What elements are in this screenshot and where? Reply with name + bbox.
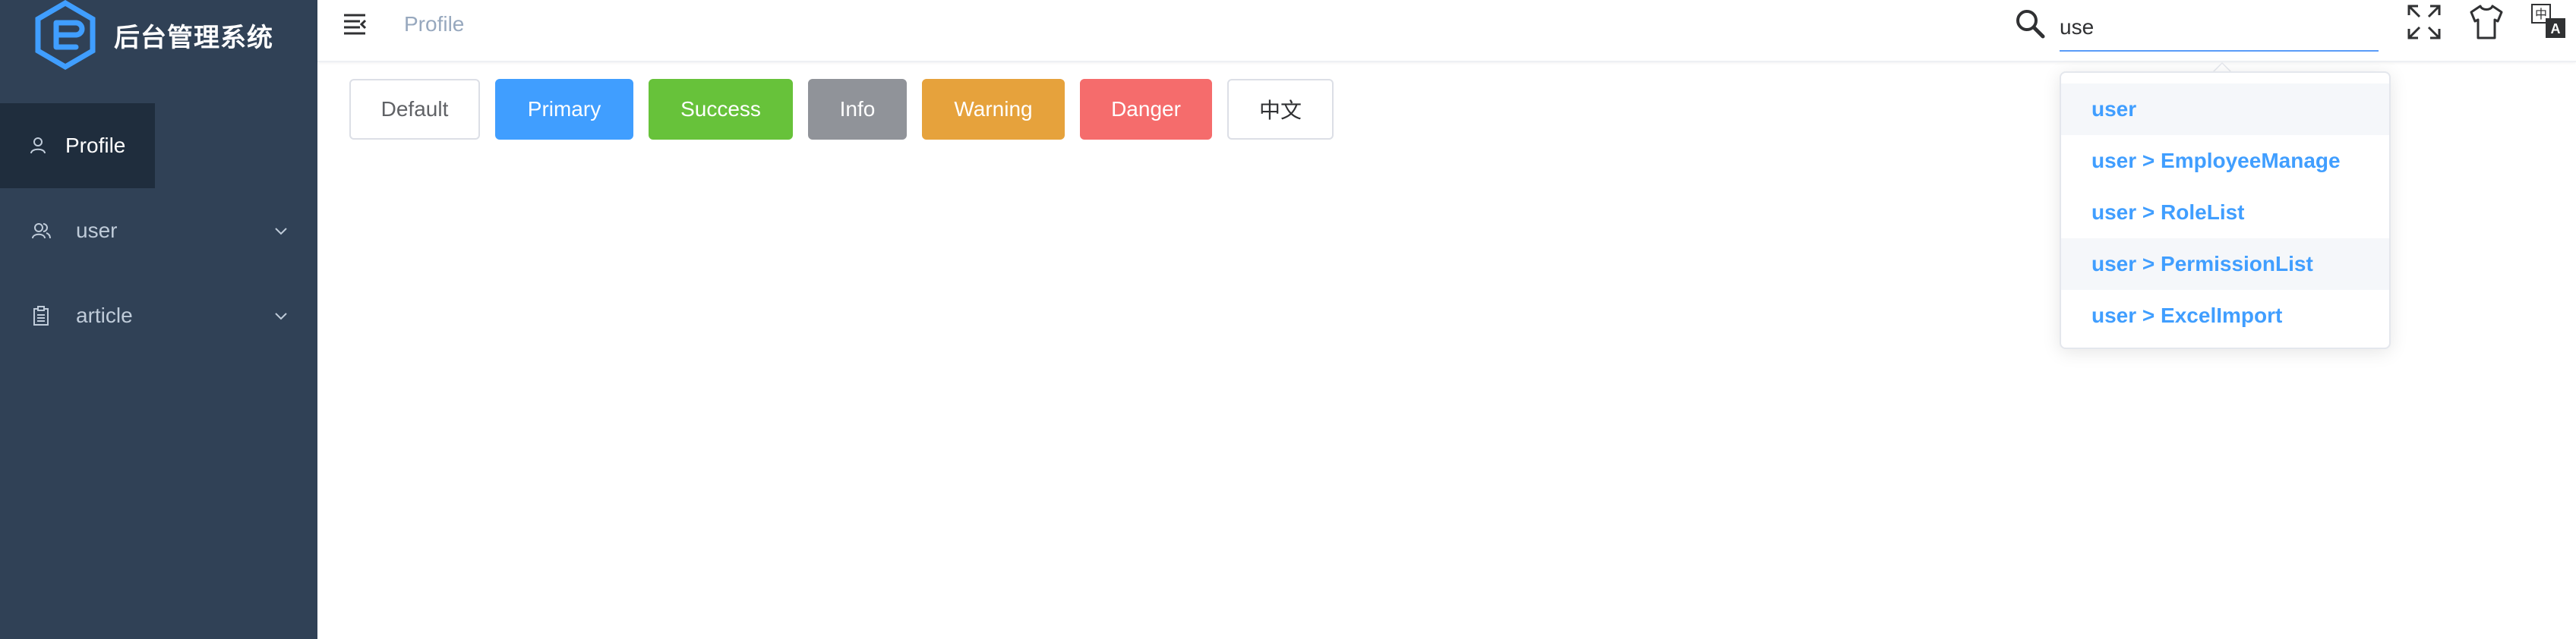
clipboard-icon (33, 306, 49, 326)
success-button[interactable]: Success (649, 79, 793, 140)
search-suggestions: user user > EmployeeManage user > RoleLi… (2060, 71, 2391, 349)
chevron-down-icon (275, 228, 287, 235)
sidebar-item-profile[interactable]: Profile (0, 103, 155, 188)
search-suggestion-item[interactable]: user > ExcelImport (2061, 290, 2389, 342)
search-suggestion-item[interactable]: user > EmployeeManage (2061, 135, 2389, 187)
sidebar-item-label: user (76, 219, 118, 242)
warning-button[interactable]: Warning (922, 79, 1065, 140)
sidebar-item-article[interactable]: article (0, 273, 317, 358)
language-switch-button[interactable]: 中文 (1227, 79, 1334, 140)
svg-text:A: A (2551, 21, 2561, 36)
header-search-input[interactable] (2060, 5, 2379, 52)
chevron-down-icon (275, 313, 287, 320)
logo[interactable]: 后台管理系统 (33, 0, 273, 70)
svg-text:中: 中 (2535, 7, 2547, 21)
primary-button[interactable]: Primary (495, 79, 633, 140)
theme-shirt-icon[interactable] (2468, 3, 2505, 41)
users-icon (32, 223, 51, 239)
search-suggestion-item[interactable]: user > PermissionList (2061, 238, 2389, 290)
navbar: Profile 中 A (317, 0, 2576, 62)
hamburger-icon[interactable] (342, 11, 368, 36)
info-button[interactable]: Info (808, 79, 907, 140)
danger-button[interactable]: Danger (1080, 79, 1212, 140)
language-icon[interactable]: 中 A (2530, 3, 2567, 41)
search-icon[interactable] (2014, 8, 2046, 39)
breadcrumb: Profile (404, 12, 465, 36)
logo-icon (35, 0, 96, 70)
sidebar-item-label: article (76, 304, 133, 327)
fullscreen-icon[interactable] (2406, 3, 2442, 41)
default-button[interactable]: Default (349, 79, 480, 140)
sidebar-item-label: Profile (65, 134, 126, 157)
app-title: 后台管理系统 (114, 22, 273, 53)
sidebar-item-user[interactable]: user (0, 188, 317, 273)
sidebar: 后台管理系统 Profile user article (0, 0, 317, 639)
search-suggestion-item[interactable]: user > RoleList (2061, 187, 2389, 238)
user-icon (30, 137, 46, 154)
search-suggestion-item[interactable]: user (2061, 83, 2389, 135)
